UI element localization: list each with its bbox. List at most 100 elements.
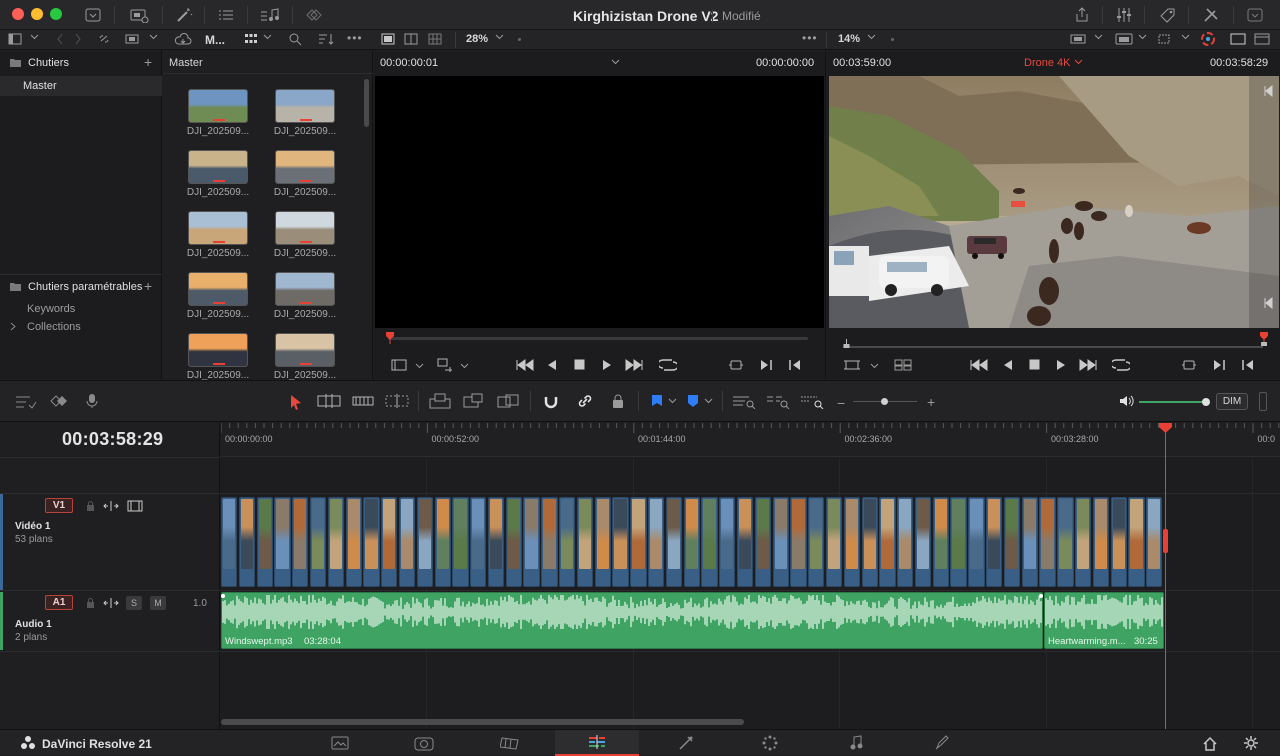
clip-thumbnail[interactable]	[188, 89, 248, 123]
more-options-icon[interactable]: •••	[347, 31, 363, 45]
video-clip[interactable]	[345, 497, 362, 587]
clip-thumbnail[interactable]	[275, 272, 335, 306]
inspector-diamond-icon[interactable]	[302, 5, 324, 25]
timeline-name[interactable]: Drone 4K	[1024, 57, 1070, 69]
source-video-frame[interactable]	[375, 76, 824, 328]
video-clip[interactable]	[256, 497, 273, 587]
match-frame-icon[interactable]	[727, 359, 745, 371]
clip-format-icon[interactable]	[390, 359, 408, 371]
video-clip[interactable]	[487, 497, 505, 587]
loop-icon[interactable]	[1112, 358, 1130, 372]
chevron-down-icon[interactable]	[1180, 34, 1190, 40]
auto-select-icon[interactable]	[103, 597, 119, 609]
video-clip[interactable]	[772, 497, 789, 587]
video-clip[interactable]	[1146, 497, 1163, 587]
single-viewer-icon[interactable]	[381, 33, 395, 45]
deliver-page-icon[interactable]	[932, 735, 952, 751]
video-clip[interactable]	[861, 497, 878, 587]
audio-clip-heartwarming[interactable]: Heartwarming.m... 30:25	[1044, 592, 1164, 649]
chevron-down-icon[interactable]	[1137, 34, 1147, 40]
jump-start-icon[interactable]	[970, 359, 988, 371]
video-clip[interactable]	[559, 497, 576, 587]
clip-thumbnail[interactable]	[188, 272, 248, 306]
minimize-window-button[interactable]	[31, 8, 43, 20]
timeline-viewer-scrubber[interactable]	[843, 346, 1263, 348]
replace-clip-icon[interactable]	[496, 393, 520, 409]
flag-icon[interactable]	[650, 394, 664, 408]
zoom-custom-icon[interactable]	[800, 393, 824, 409]
timeline-ruler[interactable]: 00:00:00:00 00:00:52:00 00:01:44:00 00:02:3…	[221, 423, 1280, 457]
multicam-viewer-icon[interactable]	[428, 33, 442, 45]
keyframe-diamond-icon[interactable]	[49, 394, 71, 408]
clip-thumbnail[interactable]	[275, 211, 335, 245]
jump-end-icon[interactable]	[625, 359, 643, 371]
effects-wand-icon[interactable]	[174, 5, 194, 25]
video-clip[interactable]	[363, 497, 380, 587]
video-track-toggle-icon[interactable]	[126, 500, 144, 512]
clip-thumbnail[interactable]	[188, 150, 248, 184]
mark-out-icon[interactable]	[788, 359, 802, 371]
trim-edit-icon[interactable]	[317, 393, 341, 409]
stop-icon[interactable]	[1028, 359, 1040, 370]
sort-icon[interactable]	[318, 33, 334, 45]
video-clip[interactable]	[381, 497, 398, 587]
dim-button[interactable]: DIM	[1216, 393, 1248, 410]
media-storage-icon[interactable]	[128, 5, 150, 25]
video-clip[interactable]	[238, 497, 256, 587]
source-scrubber[interactable]	[388, 337, 808, 340]
volume-slider-track[interactable]	[1139, 401, 1205, 403]
timeline-playhead-handle[interactable]	[1159, 423, 1172, 433]
media-page-icon[interactable]	[330, 735, 350, 751]
audio-video-select-icon[interactable]	[436, 358, 454, 372]
video-clip[interactable]	[1057, 497, 1074, 587]
insert-clip-icon[interactable]	[428, 393, 452, 409]
output-view-icon[interactable]	[1070, 33, 1086, 45]
color-wheel-icon[interactable]	[1200, 32, 1216, 46]
source-playhead[interactable]	[386, 332, 394, 344]
video-clip[interactable]	[274, 497, 291, 587]
video-clip[interactable]	[950, 497, 967, 587]
add-smart-bin-button[interactable]: +	[144, 278, 152, 294]
play-icon[interactable]	[1055, 359, 1067, 371]
viewer-side-marker-icon[interactable]	[1261, 297, 1275, 309]
video-clip[interactable]	[1110, 497, 1127, 587]
chevron-down-icon[interactable]	[262, 34, 272, 40]
video-clip[interactable]	[843, 497, 861, 587]
video-track-name[interactable]: Vidéo 1	[15, 521, 50, 532]
video-clip[interactable]	[1075, 497, 1092, 587]
close-window-button[interactable]	[12, 8, 24, 20]
video-clip[interactable]	[1021, 497, 1038, 587]
lock-icon[interactable]	[84, 500, 96, 511]
zoom-slider-thumb[interactable]	[881, 398, 888, 405]
video-clip[interactable]	[1039, 497, 1056, 587]
lock-icon[interactable]	[84, 597, 96, 608]
play-reverse-icon[interactable]	[1002, 359, 1014, 371]
jump-start-icon[interactable]	[516, 359, 534, 371]
forward-arrow-icon[interactable]	[73, 33, 83, 45]
video-clip[interactable]	[719, 497, 736, 587]
search-icon[interactable]	[288, 33, 302, 46]
video-clip[interactable]	[416, 497, 433, 587]
smart-bin-keywords[interactable]: Keywords	[27, 303, 75, 315]
play-icon[interactable]	[601, 359, 613, 371]
edit-page-tab[interactable]	[555, 730, 639, 756]
video-clip[interactable]	[1003, 497, 1021, 587]
video-clip[interactable]	[683, 497, 700, 587]
clip-view-icon[interactable]	[124, 33, 140, 45]
video-clip[interactable]	[541, 497, 558, 587]
chevron-down-icon[interactable]	[1093, 34, 1103, 40]
video-clip[interactable]	[914, 497, 932, 587]
bin-item-master[interactable]: Master	[0, 76, 162, 96]
chevron-down-icon[interactable]	[667, 398, 677, 404]
chevron-down-icon[interactable]	[866, 34, 876, 40]
clip-thumbnail[interactable]	[188, 211, 248, 245]
zoom-in-button[interactable]: +	[927, 394, 935, 410]
video-clip[interactable]	[879, 497, 896, 587]
multi-view-icon[interactable]	[893, 359, 913, 371]
mark-out-icon[interactable]	[1241, 359, 1255, 371]
source-zoom-level[interactable]: 28%	[466, 33, 488, 45]
chevron-down-icon[interactable]	[29, 34, 39, 40]
video-clip[interactable]	[736, 497, 754, 587]
overwrite-clip-icon[interactable]	[462, 393, 486, 409]
sound-library-icon[interactable]	[259, 5, 281, 25]
